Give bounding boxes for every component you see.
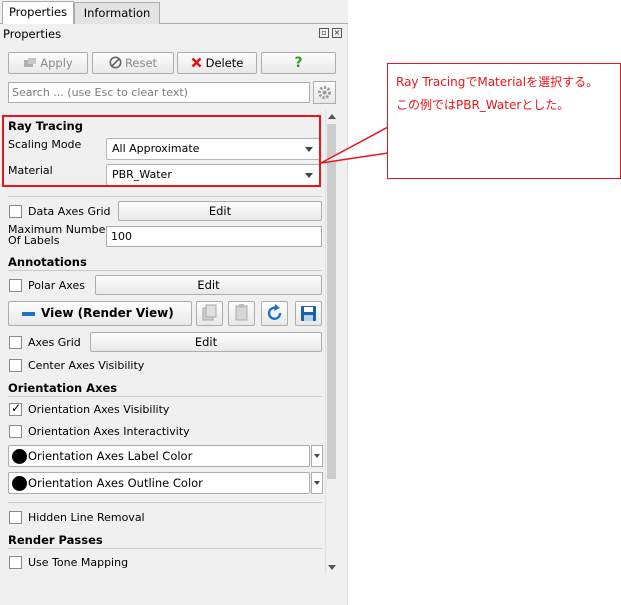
- float-icon[interactable]: ▫: [319, 28, 329, 38]
- max-labels-label-line2: Of Labels: [8, 234, 60, 247]
- callout-pointer: [320, 125, 389, 164]
- scrollbar[interactable]: [325, 110, 337, 574]
- orientation-axes-label-color-label: Orientation Axes Label Color: [28, 449, 193, 463]
- scroll-up-icon[interactable]: [328, 114, 336, 119]
- close-icon[interactable]: ×: [332, 28, 342, 38]
- paste-icon: [235, 304, 248, 321]
- properties-panel: Properties Information Properties ▫ × Ap…: [0, 0, 348, 605]
- divider: [8, 502, 322, 503]
- hidden-line-removal-label: Hidden Line Removal: [28, 511, 145, 524]
- ray-tracing-highlight-box: [2, 115, 321, 187]
- scroll-down-icon[interactable]: [328, 565, 336, 570]
- axes-grid-label: Axes Grid: [28, 336, 81, 349]
- max-labels-input[interactable]: 100: [106, 226, 322, 247]
- tone-mapping-label: Use Tone Mapping: [28, 556, 129, 569]
- divider: [8, 196, 322, 197]
- reset-button[interactable]: Reset: [92, 52, 174, 74]
- center-axes-label: Center Axes Visibility: [28, 359, 145, 372]
- callout-box: Ray TracingでMaterialを選択する。 この例ではPBR_Wate…: [387, 63, 621, 179]
- data-axes-grid-checkbox[interactable]: [9, 205, 22, 218]
- scrollbar-thumb[interactable]: [327, 124, 336, 479]
- max-labels-label: Maximum Number Of Labels: [8, 224, 110, 246]
- orientation-axes-visibility-label: Orientation Axes Visibility: [28, 403, 170, 416]
- orientation-axes-outline-color-label: Orientation Axes Outline Color: [28, 476, 203, 490]
- refresh-icon: [267, 304, 282, 320]
- help-icon: ?: [294, 55, 303, 71]
- orientation-axes-interactivity-label: Orientation Axes Interactivity: [28, 425, 190, 438]
- copy-button[interactable]: [196, 301, 223, 326]
- tab-information[interactable]: Information: [74, 2, 160, 24]
- view-render-view-button[interactable]: View (Render View): [8, 301, 192, 326]
- orientation-axes-visibility-checkbox[interactable]: [9, 401, 22, 416]
- copy-icon: [202, 304, 217, 321]
- reset-icon: [109, 56, 122, 69]
- paste-button[interactable]: [228, 301, 255, 326]
- delete-icon: [191, 57, 202, 68]
- outline-color-dropdown[interactable]: [311, 472, 323, 494]
- callout-line-1: Ray TracingでMaterialを選択する。: [396, 75, 599, 89]
- hidden-line-removal-checkbox[interactable]: [9, 511, 22, 524]
- callout-line-2: この例ではPBR_Waterとした。: [396, 98, 570, 112]
- divider: [8, 270, 322, 271]
- tab-bar: Properties Information: [0, 0, 348, 24]
- apply-label: Apply: [40, 56, 73, 70]
- view-collapse-icon: [22, 312, 35, 316]
- polar-axes-checkbox[interactable]: [9, 279, 22, 292]
- apply-icon: [24, 58, 37, 67]
- center-axes-checkbox[interactable]: [9, 359, 22, 372]
- save-button[interactable]: [295, 301, 322, 326]
- orientation-axes-label-color-button[interactable]: Orientation Axes Label Color: [8, 445, 310, 467]
- divider: [8, 548, 322, 549]
- help-button[interactable]: ?: [261, 52, 336, 74]
- polar-axes-label: Polar Axes: [28, 279, 85, 292]
- gear-icon: [318, 86, 331, 99]
- color-swatch: [12, 476, 27, 491]
- section-orientation-axes: Orientation Axes: [8, 381, 118, 395]
- section-annotations: Annotations: [8, 255, 87, 269]
- data-axes-grid-edit-button[interactable]: Edit: [118, 201, 322, 221]
- axes-grid-edit-button[interactable]: Edit: [90, 332, 322, 352]
- search-input[interactable]: Search ... (use Esc to clear text): [8, 82, 310, 103]
- delete-label: Delete: [205, 56, 244, 70]
- advanced-settings-button[interactable]: [313, 81, 336, 104]
- reset-label: Reset: [124, 56, 158, 70]
- apply-button[interactable]: Apply: [8, 52, 88, 74]
- panel-title: Properties: [3, 27, 62, 41]
- polar-axes-edit-button[interactable]: Edit: [95, 275, 322, 295]
- tab-properties[interactable]: Properties: [2, 1, 74, 24]
- restore-defaults-button[interactable]: [261, 301, 288, 326]
- color-swatch: [12, 449, 27, 464]
- axes-grid-checkbox[interactable]: [9, 336, 22, 349]
- section-render-passes: Render Passes: [8, 533, 103, 547]
- orientation-axes-outline-color-button[interactable]: Orientation Axes Outline Color: [8, 472, 310, 494]
- label-color-dropdown[interactable]: [311, 445, 323, 467]
- tone-mapping-checkbox[interactable]: [9, 556, 22, 569]
- orientation-axes-interactivity-checkbox[interactable]: [9, 425, 22, 438]
- save-icon: [301, 306, 316, 321]
- divider: [8, 396, 322, 397]
- view-label: View (Render View): [41, 306, 174, 320]
- delete-button[interactable]: Delete: [177, 52, 257, 74]
- data-axes-grid-label: Data Axes Grid: [28, 205, 111, 218]
